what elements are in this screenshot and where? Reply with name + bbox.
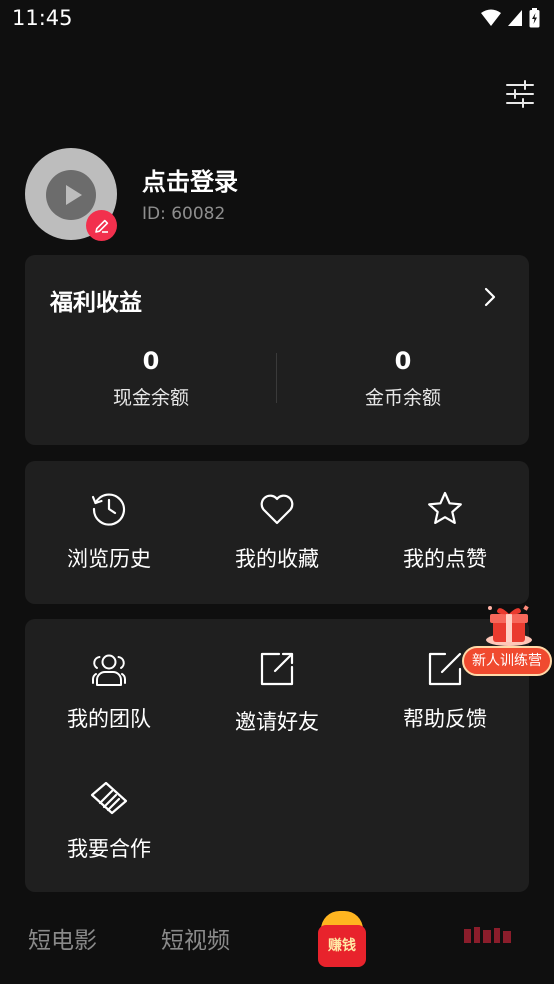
my-team-button[interactable]: 我的团队	[25, 649, 193, 733]
quick-actions-card: 浏览历史 我的收藏 我的点赞	[25, 461, 529, 604]
bottom-tab-bar: 短电影 短视频 赚钱	[0, 895, 554, 984]
status-icons	[481, 8, 540, 28]
newbie-camp-label: 新人训练营	[462, 646, 552, 676]
history-button[interactable]: 浏览历史	[25, 489, 193, 573]
play-icon	[66, 185, 82, 205]
status-bar: 11:45	[0, 0, 554, 38]
tab-short-video[interactable]: 短视频	[161, 921, 230, 955]
profile-screen: 11:45 点击登录 ID: 60082 福利收益 0 现金余额 0 金币余额 …	[0, 0, 554, 984]
tab-earn[interactable]: 赚钱	[318, 911, 366, 967]
coin-balance-value: 0	[394, 347, 412, 375]
handshake-icon	[90, 781, 128, 815]
battery-icon	[529, 8, 540, 28]
cash-balance[interactable]: 0 现金余额	[51, 347, 251, 410]
welfare-card[interactable]: 福利收益 0 现金余额 0 金币余额	[25, 255, 529, 445]
coin-balance-label: 金币余额	[364, 387, 441, 409]
likes-button[interactable]: 我的点赞	[361, 489, 529, 573]
status-time: 11:45	[12, 6, 73, 30]
heart-icon	[260, 494, 294, 525]
signal-icon	[508, 10, 522, 26]
history-icon	[91, 493, 126, 526]
chevron-right-icon[interactable]	[481, 286, 499, 308]
newbie-camp-promo[interactable]: 新人训练营	[462, 596, 552, 682]
favorites-label: 我的收藏	[235, 547, 319, 571]
star-icon	[428, 491, 462, 524]
divider	[276, 353, 277, 403]
cash-balance-value: 0	[142, 347, 160, 375]
edit-avatar-button[interactable]	[86, 210, 117, 241]
avatar-placeholder	[46, 170, 96, 220]
tab-decoration-icon[interactable]	[462, 925, 514, 947]
invite-friends-button[interactable]: 邀请好友	[193, 649, 361, 736]
earn-label: 赚钱	[318, 925, 366, 967]
tab-short-movie[interactable]: 短电影	[28, 921, 97, 955]
invite-friends-label: 邀请好友	[235, 710, 319, 734]
my-team-label: 我的团队	[67, 707, 151, 731]
cooperate-label: 我要合作	[67, 837, 151, 861]
edit-icon	[428, 652, 462, 686]
gift-icon	[486, 605, 532, 646]
wifi-icon	[481, 9, 501, 26]
login-link[interactable]: 点击登录	[142, 162, 238, 197]
favorites-button[interactable]: 我的收藏	[193, 489, 361, 573]
tools-card: 我的团队 邀请好友 帮助反馈 我要合作	[25, 619, 529, 892]
history-label: 浏览历史	[67, 547, 151, 571]
coin-balance[interactable]: 0 金币余额	[303, 347, 503, 410]
cooperate-button[interactable]: 我要合作	[25, 779, 193, 863]
team-icon	[92, 654, 126, 686]
likes-label: 我的点赞	[403, 547, 487, 571]
cash-balance-label: 现金余额	[112, 387, 189, 409]
pencil-icon	[94, 219, 108, 233]
settings-sliders-icon[interactable]	[504, 78, 536, 110]
share-icon	[260, 652, 294, 686]
welfare-title: 福利收益	[50, 290, 142, 316]
help-feedback-label: 帮助反馈	[403, 707, 487, 731]
user-id: ID: 60082	[142, 204, 226, 224]
